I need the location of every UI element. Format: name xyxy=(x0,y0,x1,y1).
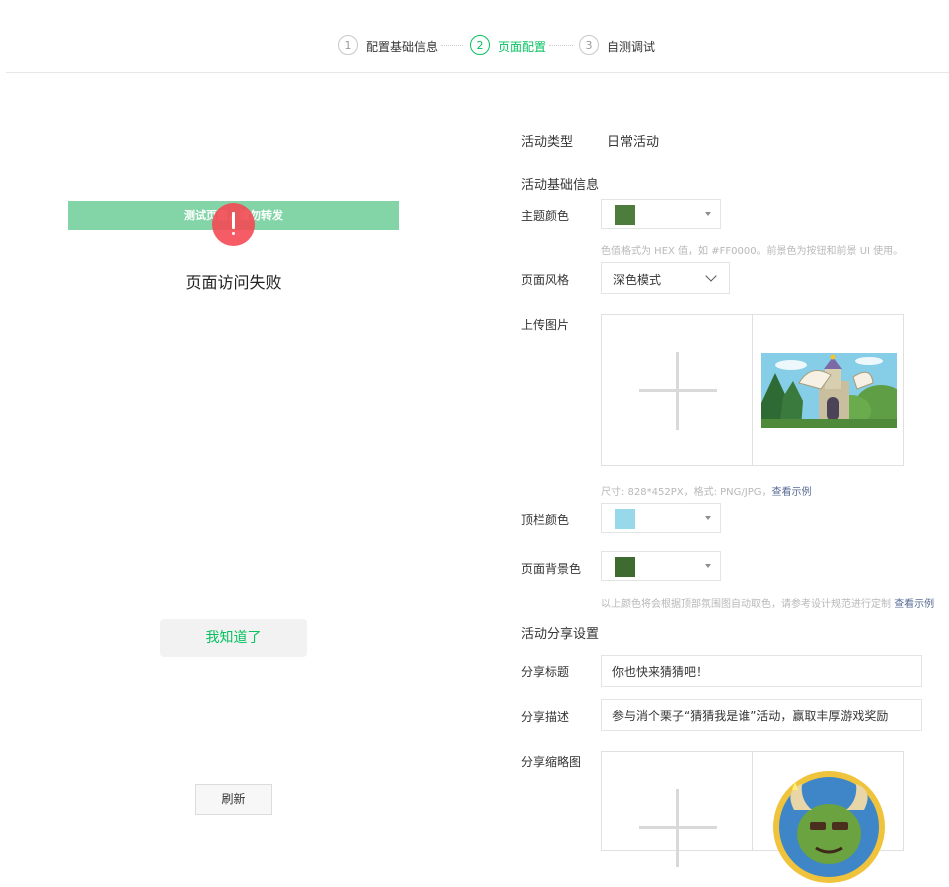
share-desc-label: 分享描述 xyxy=(521,710,570,724)
bg-color-select[interactable] xyxy=(601,551,721,581)
topbar-color-label: 顶栏颜色 xyxy=(521,513,570,527)
header-divider xyxy=(6,72,949,73)
share-thumb-image[interactable] xyxy=(772,770,886,884)
bg-color-hint-text: 以上颜色将会根据顶部氛围图自动取色，请参考设计规范进行定制 xyxy=(601,599,891,610)
share-title-input[interactable] xyxy=(601,655,922,687)
theme-color-select[interactable] xyxy=(601,199,721,229)
share-title-label: 分享标题 xyxy=(521,665,570,679)
upload-add-button[interactable] xyxy=(602,315,753,465)
basic-info-section-title: 活动基础信息 xyxy=(521,178,600,193)
upload-image-label: 上传图片 xyxy=(521,318,570,332)
theme-color-swatch xyxy=(615,205,635,225)
caret-down-icon xyxy=(705,564,711,568)
step-3-label[interactable]: 自测调试 xyxy=(607,38,655,55)
topbar-color-swatch xyxy=(615,509,635,529)
step-connector xyxy=(549,45,573,46)
step-3-number[interactable]: 3 xyxy=(579,35,599,55)
topbar-color-select[interactable] xyxy=(601,503,721,533)
page-style-value: 深色模式 xyxy=(613,273,662,287)
share-thumb-uploader xyxy=(601,751,904,883)
chevron-down-icon xyxy=(705,270,717,282)
character-avatar-image xyxy=(773,771,885,883)
share-thumb-label: 分享缩略图 xyxy=(521,755,582,769)
activity-type-label: 活动类型 xyxy=(521,135,574,150)
stepper: 1 配置基础信息 2 页面配置 3 自测调试 xyxy=(0,35,949,57)
upload-example-link[interactable]: 查看示例 xyxy=(772,487,812,498)
caret-down-icon xyxy=(705,516,711,520)
bg-example-link[interactable]: 查看示例 xyxy=(894,599,934,610)
bg-color-swatch xyxy=(615,557,635,577)
theme-color-hint: 色值格式为 HEX 值，如 #FF0000。前景色为按钮和前景 UI 使用。 xyxy=(601,246,904,257)
bg-color-hint: 以上颜色将会根据顶部氛围图自动取色，请参考设计规范进行定制 查看示例 xyxy=(601,595,934,610)
page-style-select[interactable]: 深色模式 xyxy=(601,262,730,294)
page-fail-title: 页面访问失败 xyxy=(185,273,282,292)
caret-down-icon xyxy=(705,212,711,216)
step-1-number[interactable]: 1 xyxy=(338,35,358,55)
got-it-button[interactable]: 我知道了 xyxy=(160,619,307,657)
step-1-label[interactable]: 配置基础信息 xyxy=(366,38,438,55)
plus-icon xyxy=(676,352,679,430)
activity-type-value: 日常活动 xyxy=(607,135,660,150)
exclamation-icon xyxy=(212,203,255,246)
step-2-number[interactable]: 2 xyxy=(470,35,490,55)
upload-image-hint: 尺寸: 828*452PX，格式: PNG/JPG，查看示例 xyxy=(601,483,812,498)
share-thumb-add-button[interactable] xyxy=(602,752,753,867)
castle-scene-image xyxy=(761,353,907,428)
upload-hint-text: 尺寸: 828*452PX，格式: PNG/JPG， xyxy=(601,487,772,498)
share-desc-input[interactable] xyxy=(601,699,922,731)
plus-icon xyxy=(676,789,679,867)
uploaded-image-thumbnail[interactable] xyxy=(761,353,907,428)
step-2-label[interactable]: 页面配置 xyxy=(498,38,546,55)
page-style-label: 页面风格 xyxy=(521,273,570,287)
image-uploader xyxy=(601,314,907,466)
share-section-title: 活动分享设置 xyxy=(521,627,600,642)
step-connector xyxy=(441,45,463,46)
theme-color-label: 主题颜色 xyxy=(521,209,570,223)
bg-color-label: 页面背景色 xyxy=(521,562,582,576)
refresh-button[interactable]: 刷新 xyxy=(195,784,272,815)
